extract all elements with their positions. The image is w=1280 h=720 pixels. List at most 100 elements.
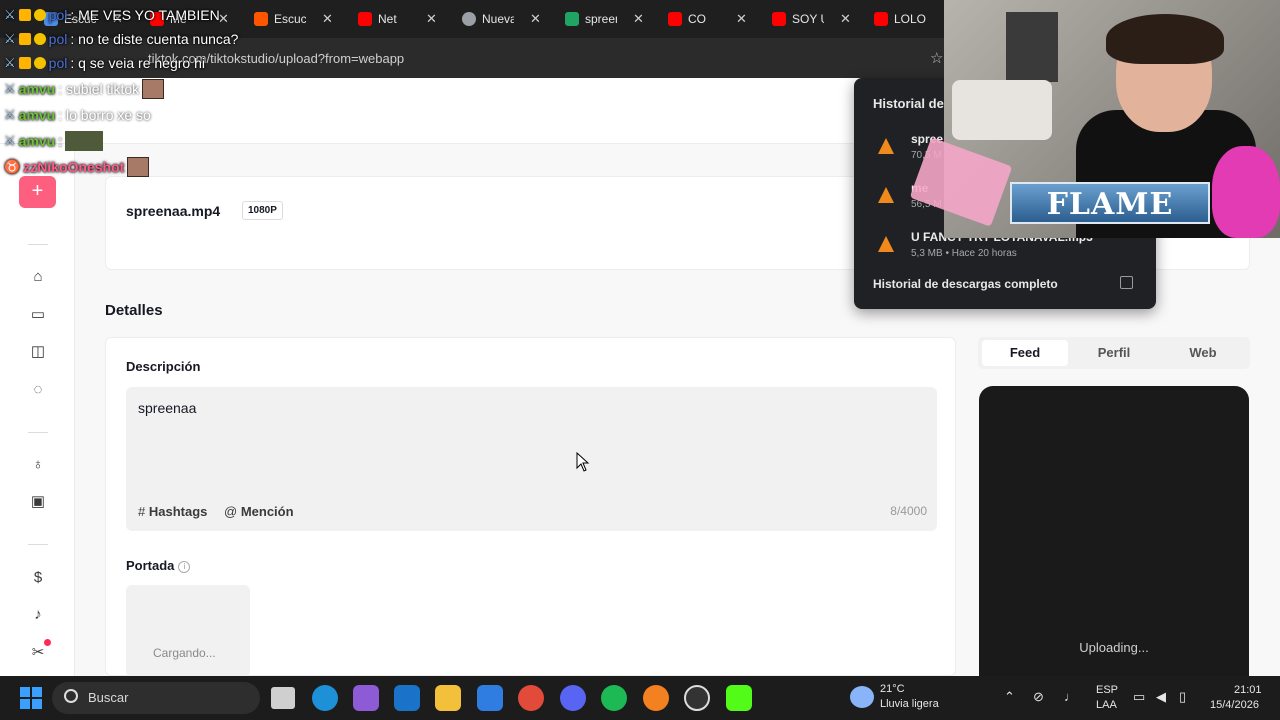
weather-description[interactable]: Lluvia ligera [880,698,939,710]
tab-4[interactable]: Net ✕ [358,6,437,32]
tab-favicon [772,12,786,26]
bookmark-star-icon[interactable]: ☆ [930,49,943,67]
hash-icon: # [138,504,146,519]
description-text[interactable]: spreenaa [138,400,196,416]
task-view-icon[interactable] [271,687,295,709]
hashtags-label: Hashtags [148,504,208,519]
volume-icon[interactable]: ◀ [1156,689,1166,705]
clock-date[interactable]: 15/4/2026 [1210,699,1259,711]
tab-close-icon[interactable]: ✕ [736,11,747,27]
weather-icon[interactable] [850,686,874,708]
resolution-badge: 1080P [242,201,283,220]
store-icon[interactable] [477,685,503,711]
upload-plus-button[interactable]: + [19,176,56,208]
edge-icon[interactable] [312,685,338,711]
tab-7[interactable]: CO ✕ [668,6,747,32]
spotify-icon[interactable] [601,685,627,711]
cover-loading-text: Cargando... [153,646,216,660]
tab-close-icon[interactable]: ✕ [426,11,437,27]
sword-icon: ⚔ [4,7,16,22]
chat-message: ♉ zzNikoOneshot [4,156,150,178]
tab-close-icon[interactable]: ✕ [840,11,851,27]
weather-temperature[interactable]: 21°C [880,683,905,695]
person-hair [1106,14,1224,64]
mouse-cursor-icon [576,452,590,472]
tab-web[interactable]: Web [1160,340,1246,366]
tab-close-icon[interactable]: ✕ [530,11,541,27]
academy-icon[interactable]: ▣ [28,492,48,512]
full-download-history-link[interactable]: Historial de descargas completo [873,277,1058,291]
crown-icon [18,33,31,45]
tab-favicon [565,12,579,26]
crown-icon [18,57,31,69]
tab-close-icon[interactable]: ✕ [633,11,644,27]
cloud-app-icon[interactable] [643,685,669,711]
chat-text: : subiel tiktok [58,81,140,97]
file-explorer-icon[interactable] [435,685,461,711]
tab-favicon [358,12,372,26]
tab-5[interactable]: Nueva ✕ [462,6,541,32]
tab-feed[interactable]: Feed [982,340,1068,366]
tab-profile[interactable]: Perfil [1071,340,1157,366]
keyboard-layout[interactable]: LAA [1096,699,1117,711]
hashtags-button[interactable]: # Hashtags [138,504,207,519]
windows-start-icon[interactable] [20,687,42,709]
battery-icon[interactable]: ▯ [1179,689,1186,705]
coin-icon [33,57,46,69]
home-icon[interactable]: ⌂ [28,267,48,287]
screen: Escuch✕ Me✕ Escuch✕ Net✕ Nueva✕ spreen✕ … [0,0,1280,720]
open-external-icon[interactable] [1120,276,1133,289]
chat-username: pol [48,31,68,47]
monetization-icon[interactable]: $ [28,568,48,588]
clock-time[interactable]: 21:01 [1234,684,1262,696]
coin-icon [33,9,46,21]
tab-6[interactable]: spreen ✕ [565,6,644,32]
cover-picker[interactable]: Cargando... [126,585,250,677]
search-icon [64,689,78,703]
chat-username: amvu [18,133,56,149]
downloads-title: Historial de [873,96,944,111]
language-indicator[interactable]: ESP [1096,684,1118,696]
network-icon[interactable]: ▭ [1133,689,1145,705]
chrome-icon[interactable] [518,685,544,711]
flame-banner: FLAME [1010,182,1210,224]
mouse-icon: ♉ [4,159,21,174]
description-field[interactable]: spreenaa # Hashtags @ Mención 8/4000 [126,387,937,531]
discord-icon[interactable] [560,685,586,711]
chat-text: : [58,133,63,149]
taskbar-search[interactable]: Buscar [52,682,260,714]
chevron-up-icon[interactable]: ⌃ [1004,689,1015,705]
obs-icon[interactable] [684,685,710,711]
kick-icon[interactable] [726,685,752,711]
analytics-icon[interactable]: ◫ [28,342,48,362]
emote-image [127,157,150,177]
chat-text: : ME VES YO TAMBIEN [70,7,220,23]
eye-off-icon[interactable]: ⊘ [1033,689,1044,705]
chat-username: amvu [18,81,56,97]
microphone-icon[interactable]: ♩ [1064,689,1077,704]
vlc-icon [878,236,894,252]
sword-icon: ⚔ [4,133,16,148]
comments-icon[interactable]: ◌ [28,380,48,400]
copilot-icon[interactable] [353,685,379,711]
emote-image [142,79,165,99]
info-icon[interactable]: i [178,560,191,573]
preview-mode-selector: Feed Perfil Web [978,337,1250,369]
mention-button[interactable]: @ Mención [224,504,294,519]
inspiration-icon[interactable]: ♁ [28,455,48,475]
tab-9[interactable]: LOLO - [874,6,926,32]
at-icon: @ [224,504,238,519]
chat-username: amvu [18,107,56,123]
tab-close-icon[interactable]: ✕ [322,11,333,27]
posts-icon[interactable]: ▭ [28,305,48,325]
music-icon[interactable]: ♪ [28,605,48,625]
tab-title: Nueva [482,12,514,26]
tab-8[interactable]: SOY UN ✕ [772,6,851,32]
sidebar-divider [28,244,48,245]
outlook-icon[interactable] [394,685,420,711]
tools-icon[interactable]: ✂ [28,643,48,663]
tab-title: SOY UN [792,12,824,26]
description-label: Descripción [126,359,201,374]
cover-label: Portada [126,558,175,573]
chat-message: ⚔ pol: q se veia re negro hi [4,52,205,74]
